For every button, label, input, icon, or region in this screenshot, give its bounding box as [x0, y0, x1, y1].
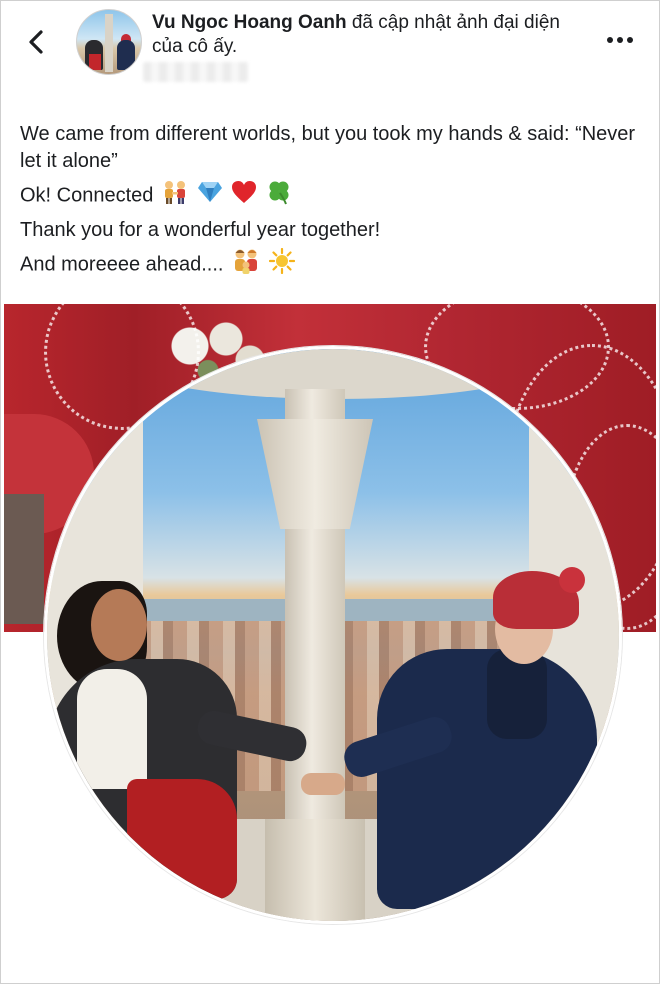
caption-line: We came from different worlds, but you t…	[20, 123, 636, 172]
couple-holding-hands-icon	[162, 180, 188, 212]
chevron-left-icon	[29, 30, 43, 54]
profile-picture[interactable]	[44, 346, 622, 924]
post-caption: We came from different worlds, but you t…	[20, 121, 640, 286]
post-header-text: Vu Ngoc Hoang Oanh đã cập nhật ảnh đại d…	[152, 11, 572, 59]
sun-icon	[268, 247, 295, 282]
caption-line-text: And moreeee ahead....	[20, 253, 224, 276]
avatar[interactable]	[76, 9, 142, 75]
caption-line-text: Ok! Connected	[20, 184, 154, 207]
more-options-button[interactable]	[600, 30, 640, 50]
family-icon	[232, 248, 260, 282]
gem-icon	[197, 181, 223, 211]
more-options-icon	[607, 37, 613, 43]
four-leaf-clover-icon	[266, 179, 292, 213]
author-name[interactable]: Vu Ngoc Hoang Oanh	[152, 12, 347, 33]
back-button[interactable]	[18, 22, 54, 62]
caption-line: Thank you for a wonderful year together!	[20, 219, 381, 241]
red-heart-icon	[231, 180, 257, 212]
caption-line: Ok! Connected	[20, 179, 640, 213]
blurred-timestamp	[143, 62, 249, 82]
caption-line: And moreeee ahead....	[20, 247, 640, 282]
